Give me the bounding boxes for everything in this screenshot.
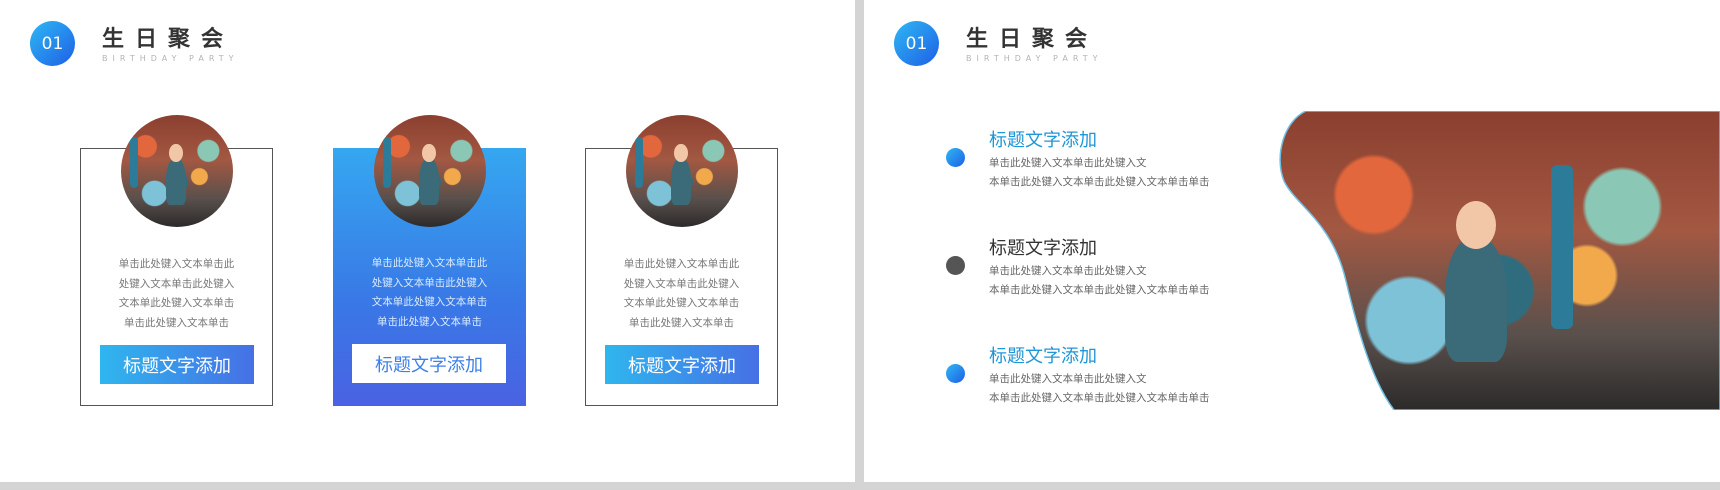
card-3-text: 单击此处键入文本单击此 处键入文本单击此处键入 文本单此处键入文本单击 单击此处… [623, 258, 740, 329]
party-photo [1276, 111, 1720, 410]
item-1-line-1: 单击此处键入文本单击此处键入文 [989, 157, 1147, 169]
item-2-title: 标题文字添加 [989, 238, 1097, 259]
section-number-badge: 01 [894, 21, 939, 66]
item-3-line-2: 本单击此处键入文本单击此处键入文本单击单击 [989, 392, 1210, 404]
slide-title: 生日聚会 [102, 27, 235, 52]
item-3-bullet-icon [946, 364, 965, 383]
card-1-photo [121, 115, 233, 227]
card-2-photo [374, 115, 486, 227]
item-3-line-1: 单击此处键入文本单击此处键入文 [989, 373, 1147, 385]
card-2-title-button[interactable]: 标题文字添加 [352, 344, 506, 383]
item-3-title: 标题文字添加 [989, 346, 1097, 367]
card-2-text: 单击此处键入文本单击此 处键入文本单击此处键入 文本单此处键入文本单击 单击此处… [371, 257, 488, 328]
slide-right: 01 生日聚会 BIRTHDAY PARTY 标题文字添加 单击此处键入文本单击… [864, 0, 1720, 482]
card-3-title-button[interactable]: 标题文字添加 [605, 345, 759, 384]
item-1-title: 标题文字添加 [989, 130, 1097, 151]
item-1-line-2: 本单击此处键入文本单击此处键入文本单击单击 [989, 176, 1210, 188]
slide-subtitle: BIRTHDAY PARTY [102, 54, 239, 63]
slide-title: 生日聚会 [966, 27, 1099, 52]
item-1-bullet-icon [946, 148, 965, 167]
section-number-badge: 01 [30, 21, 75, 66]
item-2-bullet-icon [946, 256, 965, 275]
item-2-line-1: 单击此处键入文本单击此处键入文 [989, 265, 1147, 277]
card-1-text: 单击此处键入文本单击此 处键入文本单击此处键入 文本单此处键入文本单击 单击此处… [118, 258, 235, 329]
slide-subtitle: BIRTHDAY PARTY [966, 54, 1103, 63]
item-2-line-2: 本单击此处键入文本单击此处键入文本单击单击 [989, 284, 1210, 296]
card-1-title-button[interactable]: 标题文字添加 [100, 345, 254, 384]
card-3-photo [626, 115, 738, 227]
slide-left: 01 生日聚会 BIRTHDAY PARTY 单击此处键入文本单击此 处键入文本… [0, 0, 855, 482]
